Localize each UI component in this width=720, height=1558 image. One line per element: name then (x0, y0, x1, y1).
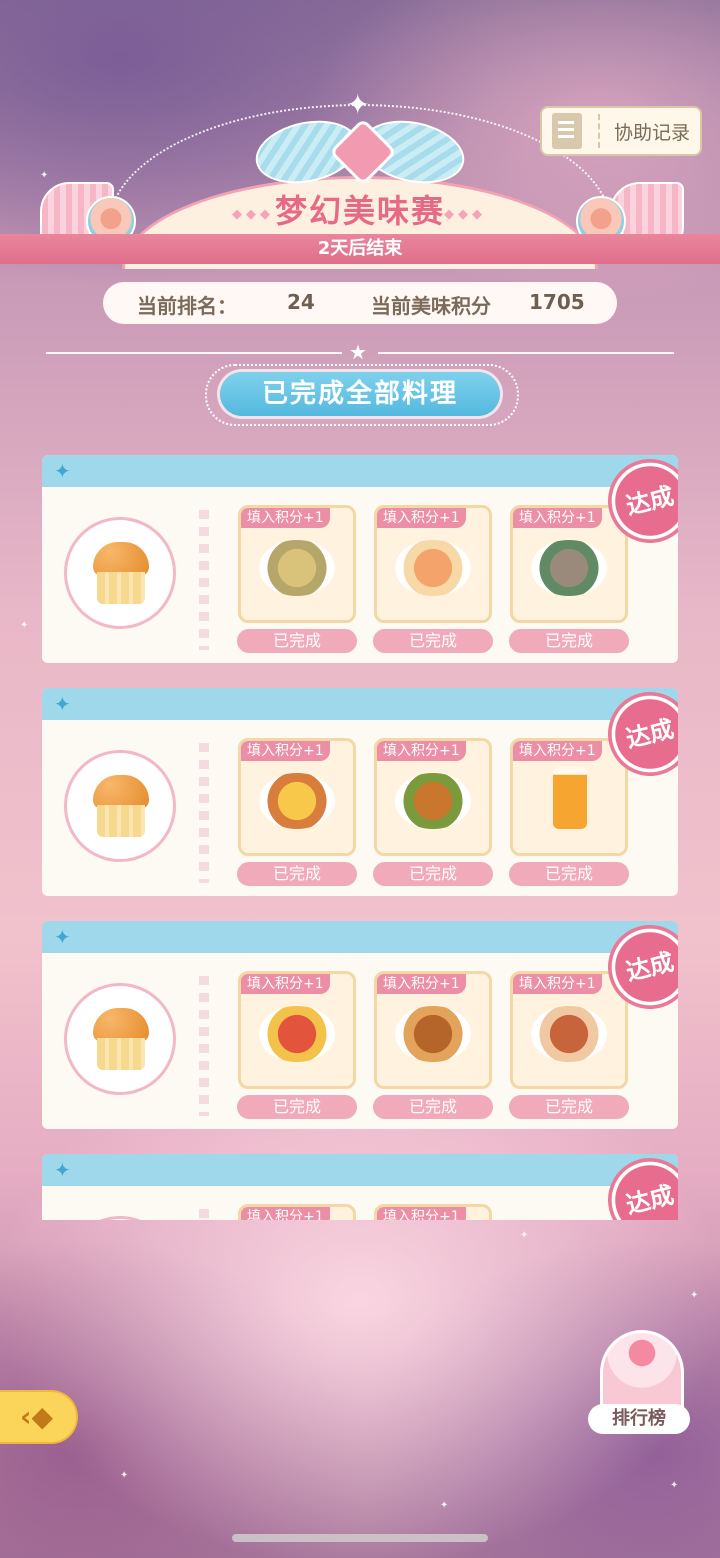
mushroom-dish-icon (531, 540, 607, 596)
score-tag: 填入积分+1 (241, 741, 330, 761)
tomato-egg-icon (259, 1006, 335, 1062)
dish-card: ✦ 填入积分+1 已完成 填入积分+1 已完成 填入积分+1 已完成 达成 (42, 455, 678, 663)
blue-bow-icon (249, 111, 471, 193)
dish-card: ✦ 填入积分+1 已完成 填入积分+1 已完成 填入积分+1 已完成 达成 (42, 916, 678, 1129)
sparkle-icon: ✦ (54, 459, 71, 483)
sparkle-icon: ✦ (346, 88, 370, 121)
leaderboard-button[interactable]: 排行榜 (588, 1330, 690, 1434)
sparkle-icon: ✦ (520, 1230, 529, 1241)
completed-label: 已完成 (509, 1095, 629, 1119)
sparkle-icon: ✦ (690, 1290, 699, 1301)
score-tag: 填入积分+1 (241, 974, 330, 994)
sparkle-icon: ✦ (54, 1158, 71, 1182)
completed-label: 已完成 (373, 862, 493, 886)
divider (378, 352, 674, 354)
score-tag: 填入积分+1 (377, 974, 466, 994)
divider (46, 352, 342, 354)
back-button[interactable]: ‹◆ (0, 1390, 78, 1444)
cupcake-reward-icon[interactable] (64, 517, 176, 629)
beef-noodle-soup-icon (531, 1006, 607, 1062)
dish-slot[interactable]: 填入积分+1 (374, 505, 492, 623)
dish-slot[interactable]: 填入积分+1 (238, 505, 356, 623)
sparkle-icon: ✦ (54, 692, 71, 716)
back-arrow-icon: ‹◆ (20, 1400, 54, 1433)
home-indicator[interactable] (232, 1534, 488, 1542)
leaderboard-label: 排行榜 (588, 1404, 690, 1434)
dish-slot[interactable]: 填入积分+1 (510, 738, 628, 856)
assist-record-label: 协助记录 (614, 121, 691, 144)
stir-fried-noodles-icon (259, 540, 335, 596)
sparkle-icon: ✦ (120, 1470, 129, 1481)
dish-slot[interactable]: 填入积分+1 (510, 505, 628, 623)
cupcake-reward-icon[interactable] (64, 750, 176, 862)
completed-label: 已完成 (237, 862, 357, 886)
score-value: 1705 (529, 290, 585, 314)
dish-slot[interactable]: 填入积分+1 (374, 1204, 492, 1220)
cupcake-reward-icon[interactable] (64, 983, 176, 1095)
score-tag: 填入积分+1 (377, 741, 466, 761)
cupcake-reward-icon[interactable] (64, 1216, 176, 1220)
dish-slot[interactable]: 填入积分+1 (374, 971, 492, 1089)
sparkle-icon: ✦ (440, 1500, 449, 1511)
score-label: 当前美味积分 (371, 294, 491, 318)
sparkle-icon: ✦ (20, 620, 29, 631)
score-tag: 填入积分+1 (241, 508, 330, 528)
dish-slot[interactable]: 填入积分+1 (374, 738, 492, 856)
all-dishes-complete-status: 已完成全部料理 (220, 372, 500, 416)
rank-score-bar: 当前排名： 24 当前美味积分 1705 (103, 282, 617, 324)
shrimp-tofu-icon (395, 540, 471, 596)
dish-card: ✦ 填入积分+1 填入积分+1 达成 (42, 1149, 678, 1220)
stir-fried-vegetables-icon (395, 773, 471, 829)
fried-egg-dish-icon (259, 773, 335, 829)
dish-slot[interactable]: 填入积分+1 (238, 971, 356, 1089)
grilled-fish-icon (395, 1006, 471, 1062)
rank-value: 24 (287, 290, 315, 314)
event-countdown: 2天后结束 (317, 238, 403, 259)
score-tag: 填入积分+1 (377, 508, 466, 528)
star-icon: ★ (349, 340, 367, 364)
score-tag: 填入积分+1 (513, 974, 602, 994)
completed-label: 已完成 (237, 629, 357, 653)
score-tag: 填入积分+1 (513, 508, 602, 528)
dish-slot[interactable]: 填入积分+1 (238, 1204, 356, 1220)
completed-label: 已完成 (373, 629, 493, 653)
dish-slot[interactable]: 填入积分+1 (510, 971, 628, 1089)
completed-label: 已完成 (373, 1095, 493, 1119)
dish-slot[interactable]: 填入积分+1 (238, 738, 356, 856)
dish-card-list[interactable]: ✦ 填入积分+1 已完成 填入积分+1 已完成 填入积分+1 已完成 达成 ✦ … (42, 455, 678, 1220)
assist-record-button[interactable]: 协助记录 (540, 106, 702, 156)
sparkle-icon: ✦ (54, 925, 71, 949)
completed-label: 已完成 (509, 862, 629, 886)
sparkle-icon: ✦ (670, 1480, 679, 1491)
event-title: 梦幻美味赛 (274, 192, 445, 230)
carrot-juice-icon (553, 767, 587, 829)
rank-label: 当前排名： (137, 294, 237, 318)
completed-label: 已完成 (509, 629, 629, 653)
dish-card: ✦ 填入积分+1 已完成 填入积分+1 已完成 填入积分+1 已完成 达成 (42, 683, 678, 896)
notebook-icon (552, 113, 582, 149)
score-tag: 填入积分+1 (377, 1207, 466, 1220)
score-tag: 填入积分+1 (241, 1207, 330, 1220)
completed-label: 已完成 (237, 1095, 357, 1119)
score-tag: 填入积分+1 (513, 741, 602, 761)
